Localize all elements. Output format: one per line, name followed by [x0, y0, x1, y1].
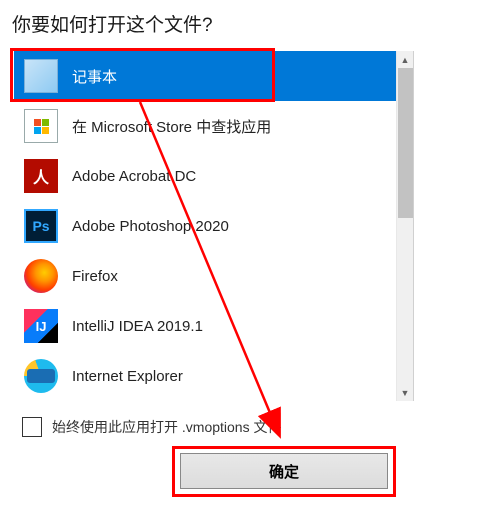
scrollbar-up-icon[interactable]: ▲ [397, 51, 413, 68]
app-label: 在 Microsoft Store 中查找应用 [72, 116, 271, 137]
app-label: Adobe Photoshop 2020 [72, 218, 229, 235]
always-use-label: 始终使用此应用打开 .vmoptions 文件 [52, 417, 281, 437]
app-label: 记事本 [72, 66, 117, 87]
app-item-firefox[interactable]: Firefox [14, 251, 413, 301]
scrollbar-down-icon[interactable]: ▼ [397, 384, 413, 401]
intellij-icon: IJ [24, 309, 58, 343]
app-item-intellij[interactable]: IJ IntelliJ IDEA 2019.1 [14, 301, 413, 351]
scrollbar[interactable]: ▲ ▼ [396, 51, 413, 401]
app-label: Adobe Acrobat DC [72, 168, 196, 185]
app-item-photoshop[interactable]: Ps Adobe Photoshop 2020 [14, 201, 413, 251]
always-use-row[interactable]: 始终使用此应用打开 .vmoptions 文件 [22, 417, 500, 437]
ie-icon [24, 359, 58, 393]
app-label: Internet Explorer [72, 368, 183, 385]
always-use-checkbox[interactable] [22, 417, 42, 437]
acrobat-icon: 人 [24, 159, 58, 193]
app-label: IntelliJ IDEA 2019.1 [72, 318, 203, 335]
store-icon [24, 109, 58, 143]
ok-button-label: 确定 [269, 461, 299, 482]
app-item-acrobat[interactable]: 人 Adobe Acrobat DC [14, 151, 413, 201]
dialog-title: 你要如何打开这个文件? [0, 0, 500, 51]
app-item-store[interactable]: 在 Microsoft Store 中查找应用 [14, 101, 413, 151]
scrollbar-thumb[interactable] [398, 68, 413, 218]
notepad-icon [24, 59, 58, 93]
app-list: 记事本 在 Microsoft Store 中查找应用 人 Adobe Acro… [14, 51, 414, 401]
ok-button[interactable]: 确定 [180, 453, 388, 489]
app-item-notepad[interactable]: 记事本 [14, 51, 413, 101]
photoshop-icon: Ps [24, 209, 58, 243]
firefox-icon [24, 259, 58, 293]
app-item-ie[interactable]: Internet Explorer [14, 351, 413, 401]
app-label: Firefox [72, 268, 118, 285]
